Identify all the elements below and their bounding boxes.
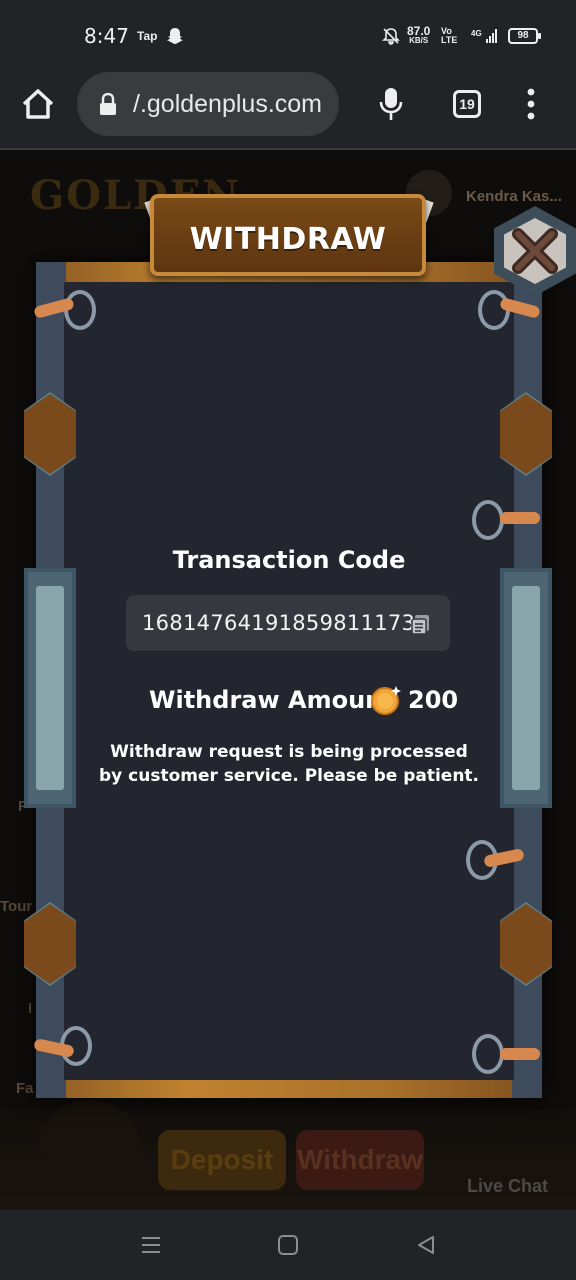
frame-rope xyxy=(500,512,540,524)
side-menu-label: I xyxy=(28,1000,33,1017)
system-nav-bar xyxy=(0,1210,576,1280)
side-menu-label: Tour xyxy=(0,898,33,915)
status-bar: 8:47 Tap 87.0 KB/S Vo LTE 4G 98 xyxy=(0,0,576,72)
transaction-code-label: Transaction Code xyxy=(172,546,406,574)
side-menu-label: Fa xyxy=(16,1080,34,1097)
back-icon[interactable] xyxy=(415,1234,437,1256)
mascot-image xyxy=(40,1100,140,1190)
address-bar[interactable]: /.goldenplus.com xyxy=(77,72,339,136)
frame-rope xyxy=(500,1048,540,1060)
lock-icon xyxy=(100,93,116,115)
signal-label: 4G xyxy=(471,29,482,38)
coin-icon xyxy=(371,686,401,715)
tab-switcher-button[interactable]: 19 xyxy=(453,90,481,118)
nav-home-icon[interactable] xyxy=(278,1235,298,1255)
microphone-icon[interactable] xyxy=(379,86,403,122)
user-name: Kendra Kas... xyxy=(466,188,562,205)
copy-icon[interactable] xyxy=(409,612,433,636)
withdraw-amount-value: 200 xyxy=(408,686,459,714)
processing-message-line2: by customer service. Please be patient. xyxy=(98,766,480,786)
browser-toolbar: /.goldenplus.com 19 xyxy=(0,72,576,150)
snapchat-icon xyxy=(167,28,183,44)
withdraw-amount-label: Withdraw Amount xyxy=(149,686,394,714)
volte-bottom: LTE xyxy=(441,35,458,45)
recent-apps-icon[interactable] xyxy=(140,1234,162,1256)
network-speed: 87.0 KB/S xyxy=(407,24,431,46)
withdraw-button: Withdraw xyxy=(296,1130,424,1190)
url-text[interactable]: /.goldenplus.com xyxy=(133,90,322,119)
live-chat-button: Live Chat xyxy=(467,1176,549,1196)
processing-message: Withdraw request is being processed by c… xyxy=(64,740,514,788)
processing-message-line1: Withdraw request is being processed xyxy=(110,742,468,762)
overflow-menu-icon[interactable] xyxy=(524,88,538,120)
signal-icon: 4G xyxy=(471,29,497,43)
home-icon[interactable] xyxy=(20,86,56,122)
withdraw-modal-panel xyxy=(64,282,514,1080)
notification-muted-icon xyxy=(382,28,400,45)
modal-title: WITHDRAW xyxy=(189,222,387,257)
battery-indicator: 98 xyxy=(508,28,541,44)
network-speed-unit: KB/S xyxy=(409,36,429,45)
status-app-label: Tap xyxy=(137,29,158,43)
volte-indicator: Vo LTE xyxy=(441,27,457,45)
deposit-button: Deposit xyxy=(158,1130,286,1190)
frame-ring xyxy=(472,500,504,540)
close-icon[interactable] xyxy=(504,218,566,284)
network-speed-value: 87.0 xyxy=(407,24,431,38)
status-time: 8:47 xyxy=(84,24,129,48)
transaction-code-value: 16814764191859811173 xyxy=(142,611,416,635)
